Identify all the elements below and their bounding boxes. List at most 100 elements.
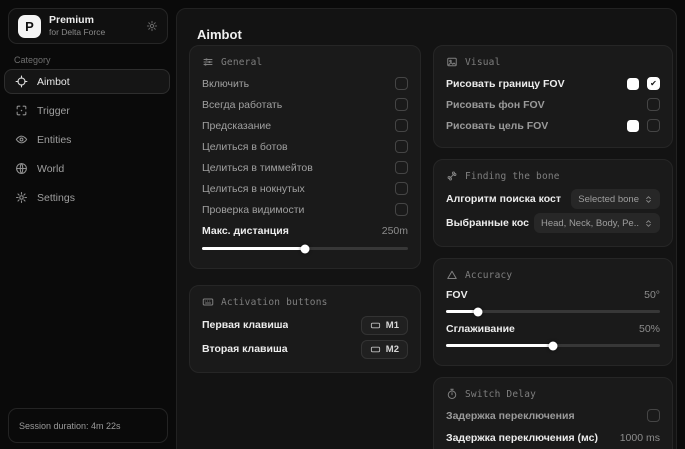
right-column: Visual Рисовать границу FOV Рисовать фон…: [433, 45, 673, 449]
switch-delay-card: Switch Delay Задержка переключения Задер…: [433, 377, 673, 449]
gear-icon[interactable]: [146, 20, 158, 32]
bone-algorithm-select[interactable]: Selected bone: [571, 189, 660, 209]
smoothing-row: Сглаживание 50%: [446, 320, 660, 338]
checkbox[interactable]: [395, 161, 408, 174]
toggle-label: Проверка видимости: [202, 204, 304, 216]
keybind-row: Первая клавиша M1: [202, 313, 408, 337]
checkbox[interactable]: [647, 119, 660, 132]
sidebar-item-label: Trigger: [37, 105, 70, 117]
section-title: General: [221, 57, 262, 68]
switch-delay-toggle-label: Задержка переключения: [446, 410, 575, 422]
smoothing-slider[interactable]: [446, 344, 660, 347]
visual-label: Рисовать границу FOV: [446, 78, 565, 90]
fov-slider[interactable]: [446, 310, 660, 313]
toggle-row: Включить: [202, 73, 408, 94]
selected-bones-select[interactable]: Head, Neck, Body, Pe..: [534, 213, 660, 233]
session-duration-text: Session duration: 4m 22s: [19, 421, 121, 431]
entities-icon: [15, 133, 28, 146]
page-title: Aimbot: [197, 27, 242, 42]
gear-icon: [15, 191, 28, 204]
checkbox[interactable]: [647, 98, 660, 111]
select-value: Selected bone: [578, 194, 639, 205]
section-title: Switch Delay: [465, 389, 536, 400]
session-duration-card: Session duration: 4m 22s: [8, 408, 168, 443]
accuracy-card-header: Accuracy: [446, 269, 660, 281]
visual-icon: [446, 56, 458, 68]
activation-card-header: Activation buttons: [202, 296, 408, 308]
sidebar-item-world[interactable]: World: [4, 156, 170, 181]
chevron-updown-icon: [644, 195, 653, 204]
toggle-label: Целиться в нокнутых: [202, 183, 305, 195]
keybind-value: M1: [386, 320, 399, 331]
section-title: Accuracy: [465, 270, 512, 281]
toggle-row: Целиться в тиммейтов: [202, 157, 408, 178]
toggle-row: Целиться в нокнутых: [202, 178, 408, 199]
finding-bone-card: Finding the bone Алгоритм поиска кост Se…: [433, 159, 673, 247]
accuracy-card: Accuracy FOV 50° Сглаживание 50%: [433, 258, 673, 366]
toggle-label: Целиться в ботов: [202, 141, 288, 153]
keybind-label: Вторая клавиша: [202, 343, 288, 355]
checkbox[interactable]: [395, 140, 408, 153]
max-distance-slider[interactable]: [202, 247, 408, 250]
selected-bones-label: Выбранные кос: [446, 217, 529, 229]
sidebar-item-settings[interactable]: Settings: [4, 185, 170, 210]
slider-label: Макс. дистанция: [202, 225, 289, 237]
brand-title: Premium: [49, 14, 105, 27]
toggle-row: Проверка видимости: [202, 199, 408, 220]
crosshair-icon: [15, 75, 28, 88]
fov-label: FOV: [446, 289, 468, 301]
toggle-label: Включить: [202, 78, 249, 90]
section-title: Visual: [465, 57, 501, 68]
left-column: General Включить Всегда работать Предска…: [189, 45, 421, 373]
section-title: Activation buttons: [221, 297, 328, 308]
trigger-icon: [15, 104, 28, 117]
checkbox[interactable]: [395, 182, 408, 195]
fov-value: 50°: [644, 289, 660, 301]
bone-algorithm-row: Алгоритм поиска кост Selected bone: [446, 187, 660, 211]
brand-card: P Premium for Delta Force: [8, 8, 168, 44]
visual-row: Рисовать цель FOV: [446, 115, 660, 136]
sidebar-nav: Aimbot Trigger Entities: [4, 69, 170, 210]
bone-card-header: Finding the bone: [446, 170, 660, 182]
keybind-button[interactable]: M2: [361, 340, 408, 359]
switch-delay-ms-value: 1000 ms: [620, 432, 660, 444]
color-swatch[interactable]: [627, 120, 639, 132]
activation-buttons-card: Activation buttons Первая клавиша M1: [189, 285, 421, 373]
checkbox[interactable]: [647, 409, 660, 422]
world-icon: [15, 162, 28, 175]
visual-row: Рисовать границу FOV: [446, 73, 660, 94]
keybind-label: Первая клавиша: [202, 319, 288, 331]
bone-algorithm-label: Алгоритм поиска кост: [446, 193, 561, 205]
sidebar-item-entities[interactable]: Entities: [4, 127, 170, 152]
fov-row: FOV 50°: [446, 286, 660, 304]
app-window: P Premium for Delta Force Category: [0, 0, 685, 449]
keybind-value: M2: [386, 344, 399, 355]
sidebar-item-aimbot[interactable]: Aimbot: [4, 69, 170, 94]
main-panel: Aimbot General Включить: [176, 8, 677, 449]
toggle-label: Предсказание: [202, 120, 271, 132]
keybind-button[interactable]: M1: [361, 316, 408, 335]
brand-text: Premium for Delta Force: [49, 14, 105, 38]
bone-icon: [446, 170, 458, 182]
checkbox-checked[interactable]: [647, 77, 660, 90]
keyboard-icon: [202, 296, 214, 308]
sidebar-item-label: Settings: [37, 192, 75, 204]
general-card-header: General: [202, 56, 408, 68]
smoothing-value: 50%: [639, 323, 660, 335]
sidebar-item-trigger[interactable]: Trigger: [4, 98, 170, 123]
sidebar-item-label: World: [37, 163, 64, 175]
timer-icon: [446, 388, 458, 400]
toggle-row: Целиться в ботов: [202, 136, 408, 157]
checkbox[interactable]: [395, 77, 408, 90]
visual-label: Рисовать фон FOV: [446, 99, 545, 111]
toggle-label: Всегда работать: [202, 99, 282, 111]
smoothing-label: Сглаживание: [446, 323, 515, 335]
checkbox[interactable]: [395, 119, 408, 132]
sidebar: P Premium for Delta Force Category: [0, 0, 176, 449]
general-card: General Включить Всегда работать Предска…: [189, 45, 421, 269]
visual-card: Visual Рисовать границу FOV Рисовать фон…: [433, 45, 673, 148]
checkbox[interactable]: [395, 98, 408, 111]
color-swatch[interactable]: [627, 78, 639, 90]
toggle-label: Целиться в тиммейтов: [202, 162, 313, 174]
checkbox[interactable]: [395, 203, 408, 216]
